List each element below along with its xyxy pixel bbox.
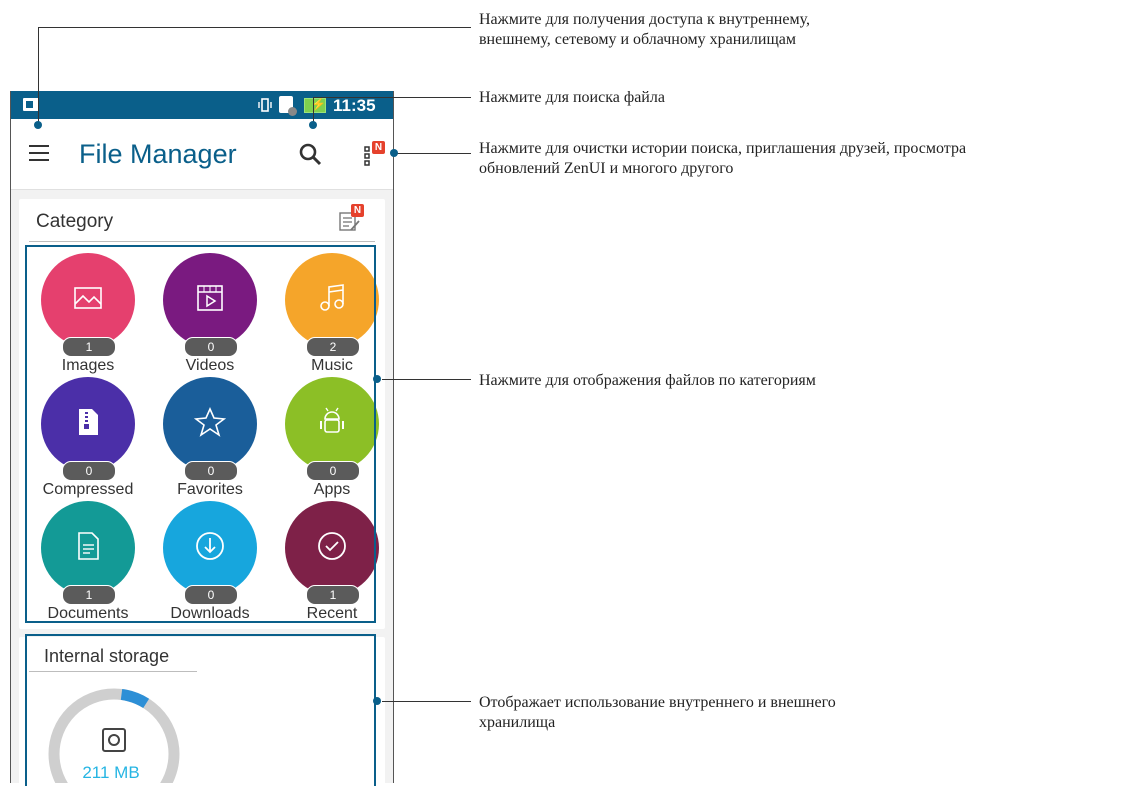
callout-line <box>382 379 471 380</box>
app-bar: File Manager N <box>11 119 393 190</box>
page-title: File Manager <box>79 139 237 169</box>
status-bar: ⚡ 11:35 <box>11 91 393 119</box>
overflow-menu-button[interactable]: N <box>363 141 387 167</box>
callout-dot <box>309 121 317 129</box>
battery-charging-icon: ⚡ <box>304 97 326 113</box>
divider <box>29 241 375 242</box>
edit-category-icon[interactable]: N <box>337 204 364 233</box>
callout-line <box>382 701 471 702</box>
no-sim-icon <box>279 96 297 116</box>
new-badge: N <box>351 204 364 217</box>
callout-categories: Нажмите для отображения файлов по катего… <box>479 372 816 389</box>
callout-line <box>396 153 471 154</box>
search-icon[interactable] <box>297 141 323 167</box>
vibrate-icon <box>257 97 273 113</box>
callout-storage-usage: Отображает использование внутреннего и в… <box>479 694 836 731</box>
storage-highlight-box <box>25 634 376 786</box>
category-title: Category <box>36 211 114 232</box>
callout-line <box>313 97 393 98</box>
callout-dot <box>390 149 398 157</box>
callout-line <box>38 27 39 125</box>
categories-highlight-box <box>25 245 376 623</box>
menu-drawer-icon[interactable] <box>29 145 49 161</box>
callout-menu: Нажмите для очистки истории поиска, приг… <box>479 140 967 177</box>
callout-search: Нажмите для поиска файла <box>479 89 665 106</box>
callout-line <box>393 97 471 98</box>
status-time: 11:35 <box>333 96 376 115</box>
screenshot-notification-icon <box>23 98 39 111</box>
callout-dot <box>373 697 381 705</box>
callout-line <box>38 27 471 28</box>
callout-storage-access: Нажмите для получения доступа к внутренн… <box>479 11 810 48</box>
callout-dot <box>373 375 381 383</box>
new-badge: N <box>372 141 385 154</box>
callout-dot <box>34 121 42 129</box>
